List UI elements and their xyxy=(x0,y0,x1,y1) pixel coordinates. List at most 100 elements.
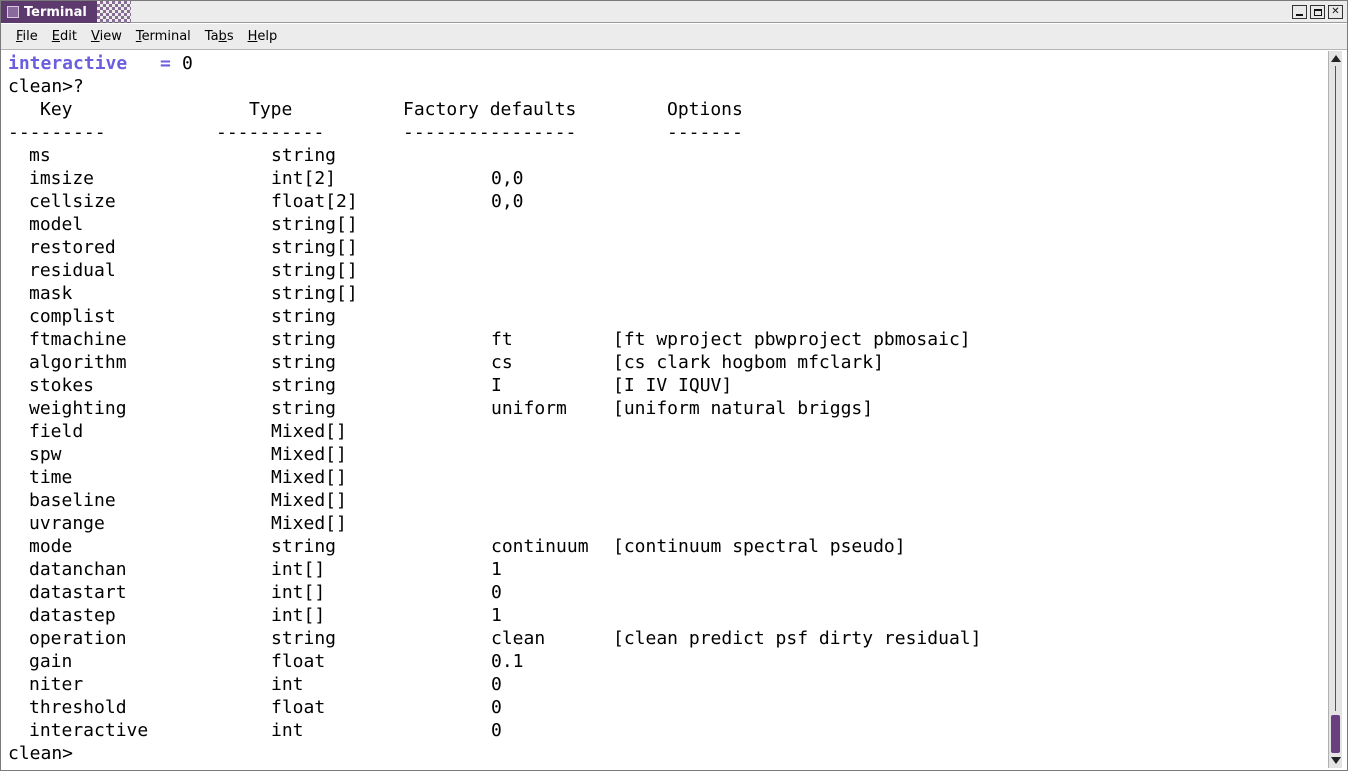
menu-mnemonic: E xyxy=(51,29,60,44)
close-icon: ✕ xyxy=(1331,6,1340,17)
param-options: [ft wproject pbwproject pbmosaic] xyxy=(613,329,971,350)
param-options: [cs clark hogbom mfclark] xyxy=(613,352,884,373)
param-key: model xyxy=(29,214,84,235)
param-key: datastart xyxy=(29,582,127,603)
param-default: 0 xyxy=(491,582,502,603)
arrow-down-icon xyxy=(1330,757,1341,764)
param-key: stokes xyxy=(29,375,95,396)
param-default: uniform xyxy=(491,398,567,419)
table-divider-line: --------- ---------- ---------------- --… xyxy=(8,121,743,144)
title-tab[interactable]: Terminal xyxy=(1,1,97,23)
param-key: baseline xyxy=(29,490,116,511)
param-type: string xyxy=(271,306,337,327)
param-default: clean xyxy=(491,628,546,649)
terminal-output[interactable]: interactive = 0 clean>? Key Type Factory… xyxy=(1,51,1328,768)
param-type: int[] xyxy=(271,559,326,580)
close-button[interactable]: ✕ xyxy=(1328,5,1343,19)
param-default: 1 xyxy=(491,559,502,580)
title-bar[interactable]: Terminal ✕ xyxy=(1,1,1347,23)
menu-tabs[interactable]: Tabs xyxy=(198,27,241,46)
param-options: [uniform natural briggs] xyxy=(613,398,874,419)
param-key: ms xyxy=(29,145,51,166)
param-type: string xyxy=(271,352,337,373)
param-type: float xyxy=(271,697,326,718)
param-type: string xyxy=(271,375,337,396)
param-default: 0 xyxy=(491,720,502,741)
first-output-line: interactive = 0 xyxy=(8,52,193,75)
param-key: interactive xyxy=(29,720,149,741)
menu-help[interactable]: Help xyxy=(241,27,285,46)
minimize-icon xyxy=(1296,13,1303,16)
title-bar-pattern xyxy=(97,1,131,23)
param-default: 0,0 xyxy=(491,168,524,189)
param-key: time xyxy=(29,467,73,488)
menu-edit[interactable]: Edit xyxy=(45,27,84,46)
param-key: ftmachine xyxy=(29,329,127,350)
param-type: float xyxy=(271,651,326,672)
highlighted-key: interactive xyxy=(8,53,128,74)
param-key: mode xyxy=(29,536,73,557)
scroll-up-button[interactable] xyxy=(1330,53,1341,64)
param-type: Mixed[] xyxy=(271,421,347,442)
menu-label-post: erminal xyxy=(141,29,191,44)
divider-defaults: ---------------- xyxy=(403,122,577,143)
menu-label-post: iew xyxy=(99,29,122,44)
menu-view[interactable]: View xyxy=(84,27,129,46)
param-key: field xyxy=(29,421,84,442)
divider-options: ------- xyxy=(667,122,743,143)
param-type: string xyxy=(271,145,337,166)
maximize-button[interactable] xyxy=(1310,5,1325,19)
menu-terminal[interactable]: Terminal xyxy=(129,27,198,46)
divider-type: ---------- xyxy=(216,122,325,143)
highlighted-equals: = xyxy=(160,53,171,74)
param-type: string[] xyxy=(271,260,358,281)
header-options: Options xyxy=(667,99,743,120)
scroll-thumb[interactable] xyxy=(1331,715,1340,753)
param-default: cs xyxy=(491,352,513,373)
param-type: int[] xyxy=(271,605,326,626)
param-type: string xyxy=(271,536,337,557)
menu-file[interactable]: File xyxy=(9,27,45,46)
param-key: spw xyxy=(29,444,62,465)
param-default: 1 xyxy=(491,605,502,626)
param-key: threshold xyxy=(29,697,127,718)
menu-mnemonic: b xyxy=(218,29,227,44)
param-key: residual xyxy=(29,260,116,281)
vertical-scrollbar[interactable] xyxy=(1328,51,1342,768)
final-prompt-line: clean> xyxy=(8,743,74,764)
window-title: Terminal xyxy=(24,4,87,20)
terminal-window-icon xyxy=(7,6,19,18)
param-default: continuum xyxy=(491,536,589,557)
param-default: 0,0 xyxy=(491,191,524,212)
param-type: int xyxy=(271,720,304,741)
param-type: string xyxy=(271,628,337,649)
window-controls: ✕ xyxy=(1292,5,1343,19)
table-header-line: Key Type Factory defaults Options xyxy=(8,98,743,121)
param-options: [clean predict psf dirty residual] xyxy=(613,628,982,649)
prompt-query-line: clean>? xyxy=(8,76,84,97)
param-default: I xyxy=(491,375,502,396)
menu-label-post: elp xyxy=(257,29,278,44)
menu-label-post: ile xyxy=(22,29,38,44)
param-type: int[] xyxy=(271,582,326,603)
arrow-up-icon xyxy=(1330,55,1341,62)
param-default: ft xyxy=(491,329,513,350)
param-type: string[] xyxy=(271,237,358,258)
param-type: float[2] xyxy=(271,191,358,212)
param-default: 0 xyxy=(491,674,502,695)
param-options: [I IV IQUV] xyxy=(613,375,733,396)
scroll-track[interactable] xyxy=(1335,66,1336,711)
header-defaults: Factory defaults xyxy=(403,99,577,120)
param-key: uvrange xyxy=(29,513,105,534)
scroll-down-button[interactable] xyxy=(1330,755,1341,766)
param-type: Mixed[] xyxy=(271,467,347,488)
menu-label-pre: Ta xyxy=(204,29,219,44)
menu-label-post: dit xyxy=(60,29,77,44)
header-key: Key xyxy=(40,99,73,120)
param-key: algorithm xyxy=(29,352,127,373)
param-key: datanchan xyxy=(29,559,127,580)
minimize-button[interactable] xyxy=(1292,5,1307,19)
param-type: Mixed[] xyxy=(271,490,347,511)
maximize-icon xyxy=(1313,8,1322,16)
param-default: 0.1 xyxy=(491,651,524,672)
